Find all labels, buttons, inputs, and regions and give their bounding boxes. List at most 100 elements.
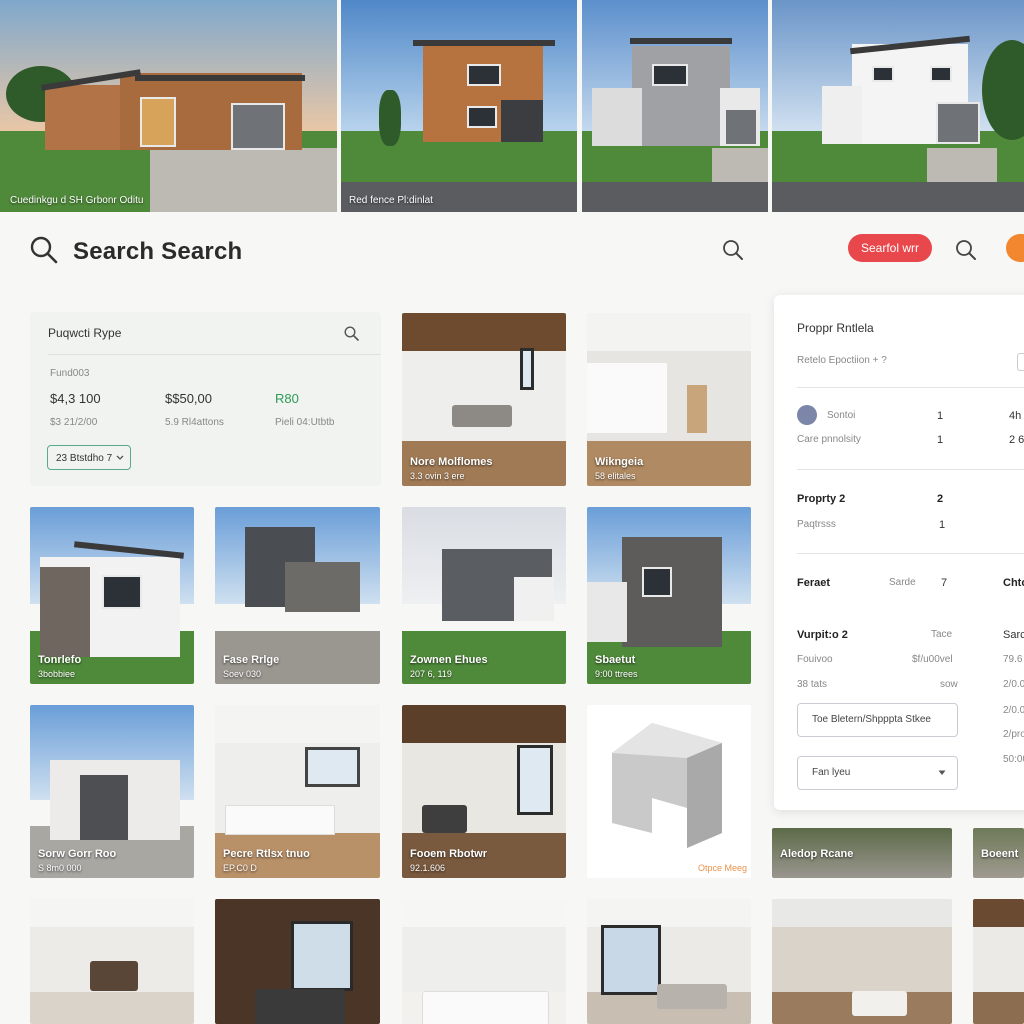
chevron-down-icon <box>938 770 946 775</box>
door <box>687 385 707 433</box>
search-icon[interactable] <box>30 236 58 264</box>
house <box>587 582 627 642</box>
section-col: Sarc <box>1003 629 1024 641</box>
bed <box>422 991 549 1024</box>
row-value: 4h <box>1009 410 1022 422</box>
row-value: 79.6 <box>1003 654 1023 665</box>
price-value[interactable]: R80 <box>275 391 299 406</box>
listing-subtitle: 92.1.606 <box>410 863 446 873</box>
listing-title: Pecre Rtlsx tnuo <box>223 848 310 860</box>
search-input[interactable]: Search Search <box>73 238 242 266</box>
kitchen-cabinets <box>587 363 667 433</box>
price-sub: Pieli 04:Utbtb <box>275 417 335 428</box>
hero-photo-2[interactable]: Red fence Pl:dinlat <box>341 0 577 212</box>
profile-button[interactable] <box>1006 234 1024 262</box>
listing-card[interactable]: Zownen Ehues 207 6, 119 <box>402 507 566 684</box>
ceiling <box>215 705 380 744</box>
row-value: 1 <box>937 410 944 422</box>
house <box>514 577 554 621</box>
wall <box>402 351 566 441</box>
filter-card: Puqwcti Rype Fund003 $4,3 100 $$50,00 R8… <box>30 312 381 486</box>
listing-title: Tonrlefo <box>38 654 82 666</box>
info-button[interactable] <box>1017 353 1024 371</box>
sofa <box>255 989 345 1024</box>
listing-card[interactable] <box>772 899 952 1024</box>
hero-photo-3[interactable] <box>582 0 768 212</box>
ceiling <box>30 899 194 927</box>
panel-title: Proppr Rntlela <box>797 321 874 335</box>
row-value: 2/pro <box>1003 729 1024 740</box>
road <box>772 182 1024 212</box>
listing-subtitle: Soev 030 <box>223 669 262 679</box>
price-value[interactable]: $4,3 100 <box>50 391 101 406</box>
property-value: 2 <box>937 493 944 505</box>
ceiling <box>973 899 1024 927</box>
row-value: $f/u00vel <box>912 654 953 665</box>
listing-card[interactable]: Wikngeia 58 elitales <box>587 313 751 486</box>
sofa <box>422 805 467 833</box>
listing-card[interactable]: Tonrlefo 3bobbiee <box>30 507 194 684</box>
bed <box>852 991 907 1016</box>
divider <box>797 553 1024 554</box>
listing-card[interactable] <box>973 899 1024 1024</box>
window <box>642 567 672 597</box>
window <box>305 747 360 787</box>
row-label: Paqtrsss <box>797 519 836 530</box>
feature-label: Feraet <box>797 577 831 589</box>
select-label: Fan lyeu <box>812 767 851 778</box>
house <box>41 55 305 150</box>
listing-subtitle: 3bobbiee <box>38 669 76 679</box>
filter-label: Fund003 <box>50 368 90 379</box>
select-label: 23 Btstdho 7 <box>56 453 113 464</box>
divider <box>48 354 381 355</box>
floor <box>30 991 194 1024</box>
listing-subtitle: EP.C0 D <box>223 863 257 873</box>
listing-card[interactable]: Fase Rrlge Soev 030 <box>215 507 380 684</box>
ceiling <box>402 899 566 927</box>
search-icon[interactable] <box>344 326 359 341</box>
house <box>285 562 360 612</box>
bedrooms-select[interactable]: 23 Btstdho 7 <box>47 445 131 470</box>
type-select[interactable]: Fan lyeu <box>797 756 958 790</box>
listing-card[interactable] <box>215 899 380 1024</box>
listing-card[interactable]: Fooem Rbotwr 92.1.606 <box>402 705 566 878</box>
ceiling <box>402 313 566 352</box>
listing-title: Nore Molflomes <box>410 456 493 468</box>
hero-photo-4[interactable] <box>772 0 1024 212</box>
row-value: 1 <box>937 434 944 446</box>
search-button[interactable]: Searfol wrr <box>848 234 932 262</box>
listing-card[interactable]: Nore Molflomes 3.3 ovin 3 ere <box>402 313 566 486</box>
search-icon[interactable] <box>955 239 977 261</box>
search-icon[interactable] <box>722 239 744 261</box>
road <box>582 182 768 212</box>
row-label: Fouivoo <box>797 654 833 665</box>
listing-subtitle: 9:00 ttrees <box>595 669 638 679</box>
location-input[interactable]: Toe Bletern/Shpppta Stkee <box>797 703 958 737</box>
row-value: 2/0.0 <box>1003 679 1024 690</box>
listing-card[interactable] <box>402 899 566 1024</box>
sofa <box>657 984 727 1009</box>
listing-card[interactable] <box>30 899 194 1024</box>
listing-card[interactable]: Sbaetut 9:00 ttrees <box>587 507 751 684</box>
listing-card[interactable]: Pecre Rtlsx tnuo EP.C0 D <box>215 705 380 878</box>
filter-title: Puqwcti Rype <box>48 326 122 340</box>
price-value[interactable]: $$50,00 <box>165 391 212 406</box>
listing-title: Aledop Rcane <box>780 848 854 860</box>
window <box>517 745 553 815</box>
listing-title: Sorw Gorr Roo <box>38 848 117 860</box>
listing-card[interactable]: Boeent <box>973 828 1024 878</box>
listing-card[interactable] <box>587 899 751 1024</box>
row-label: Sontoi <box>827 410 856 421</box>
hero-photo-1[interactable]: Cuedinkgu d SH Grbonr Oditu <box>0 0 337 212</box>
listing-card[interactable]: Otpce Meeg <box>587 705 751 878</box>
listing-card[interactable]: Aledop Rcane <box>772 828 952 878</box>
house-cladding <box>80 775 128 840</box>
tv-wall <box>90 961 138 991</box>
row-value: 2/0.0 <box>1003 705 1024 716</box>
listing-card[interactable]: Sorw Gorr Roo S 8m0 000 <box>30 705 194 878</box>
ceiling <box>402 705 566 744</box>
listing-title: Fooem Rbotwr <box>410 848 487 860</box>
wall <box>772 926 952 992</box>
ceiling <box>587 899 751 927</box>
row-value: sow <box>940 679 958 690</box>
